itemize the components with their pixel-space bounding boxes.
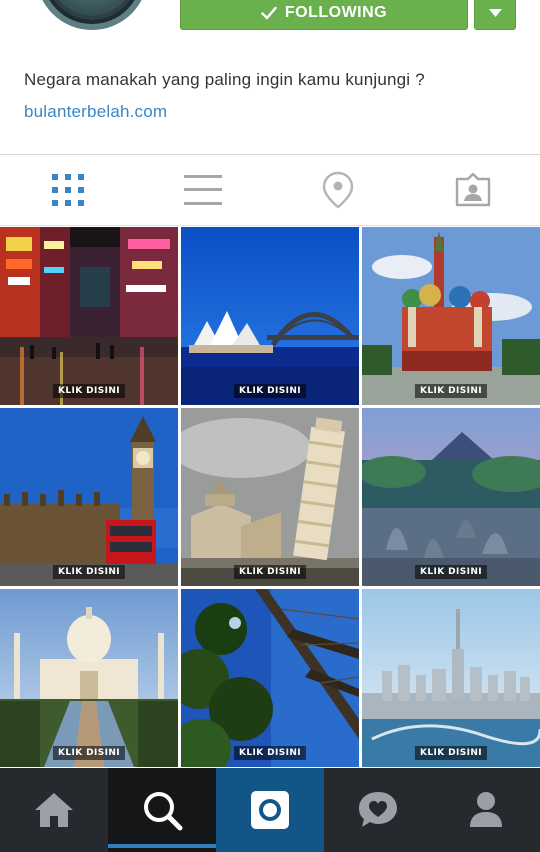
borobudur-temple-image bbox=[362, 408, 540, 586]
sydney-opera-house-image bbox=[181, 227, 359, 405]
post-thumbnail[interactable]: KLIK DISINI bbox=[0, 227, 178, 405]
checkmark-icon bbox=[261, 6, 277, 19]
camera-icon bbox=[251, 791, 289, 829]
profile-website-link[interactable]: bulanterbelah.com bbox=[24, 102, 167, 122]
post-caption: KLIK DISINI bbox=[52, 746, 126, 760]
post-caption: KLIK DISINI bbox=[233, 384, 307, 398]
profile-avatar[interactable] bbox=[36, 0, 148, 30]
bottom-navigation bbox=[0, 768, 540, 852]
taj-mahal-image bbox=[0, 589, 178, 767]
search-icon bbox=[144, 792, 183, 831]
list-icon bbox=[183, 175, 222, 205]
grid-icon bbox=[51, 174, 84, 206]
eiffel-tower-image bbox=[181, 589, 359, 767]
post-caption: KLIK DISINI bbox=[414, 746, 488, 760]
home-icon bbox=[35, 793, 73, 827]
post-caption: KLIK DISINI bbox=[414, 384, 488, 398]
profile-bio: Negara manakah yang paling ingin kamu ku… bbox=[24, 70, 425, 89]
nav-camera[interactable] bbox=[216, 768, 324, 852]
post-thumbnail[interactable]: KLIK DISINI bbox=[362, 589, 540, 767]
tab-list-view[interactable] bbox=[135, 155, 270, 225]
leaning-tower-of-pisa-image bbox=[181, 408, 359, 586]
photo-grid: KLIK DISINI KLIK DISINI KLIK DISINI KLIK… bbox=[0, 227, 540, 767]
post-caption: KLIK DISINI bbox=[414, 565, 488, 579]
following-button[interactable]: FOLLOWING bbox=[180, 0, 468, 30]
post-thumbnail[interactable]: KLIK DISINI bbox=[181, 408, 359, 586]
post-thumbnail[interactable]: KLIK DISINI bbox=[181, 227, 359, 405]
post-caption: KLIK DISINI bbox=[233, 746, 307, 760]
nav-home[interactable] bbox=[0, 768, 108, 852]
activity-heart-icon bbox=[359, 792, 397, 827]
location-pin-icon bbox=[322, 171, 353, 209]
post-thumbnail[interactable]: KLIK DISINI bbox=[181, 589, 359, 767]
neon-city-street-image bbox=[0, 227, 178, 405]
big-ben-london-image bbox=[0, 408, 178, 586]
nav-profile[interactable] bbox=[432, 768, 540, 852]
tab-grid-view[interactable] bbox=[0, 155, 135, 225]
post-thumbnail[interactable]: KLIK DISINI bbox=[0, 589, 178, 767]
post-caption: KLIK DISINI bbox=[52, 565, 126, 579]
nav-activity[interactable] bbox=[324, 768, 432, 852]
profile-icon bbox=[470, 792, 502, 827]
following-options-button[interactable] bbox=[474, 0, 516, 30]
post-caption: KLIK DISINI bbox=[233, 565, 307, 579]
post-thumbnail[interactable]: KLIK DISINI bbox=[362, 227, 540, 405]
caret-down-icon bbox=[488, 8, 502, 17]
post-thumbnail[interactable]: KLIK DISINI bbox=[362, 408, 540, 586]
tab-tagged-photos[interactable] bbox=[405, 155, 540, 225]
dubai-skyline-image bbox=[362, 589, 540, 767]
post-thumbnail[interactable]: KLIK DISINI bbox=[0, 408, 178, 586]
profile-view-tabs bbox=[0, 154, 540, 226]
post-caption: KLIK DISINI bbox=[52, 384, 126, 398]
tagged-photos-icon bbox=[455, 173, 490, 207]
nav-explore[interactable] bbox=[108, 768, 216, 852]
following-label: FOLLOWING bbox=[284, 3, 388, 21]
st-basils-cathedral-image bbox=[362, 227, 540, 405]
tab-photo-map[interactable] bbox=[270, 155, 405, 225]
